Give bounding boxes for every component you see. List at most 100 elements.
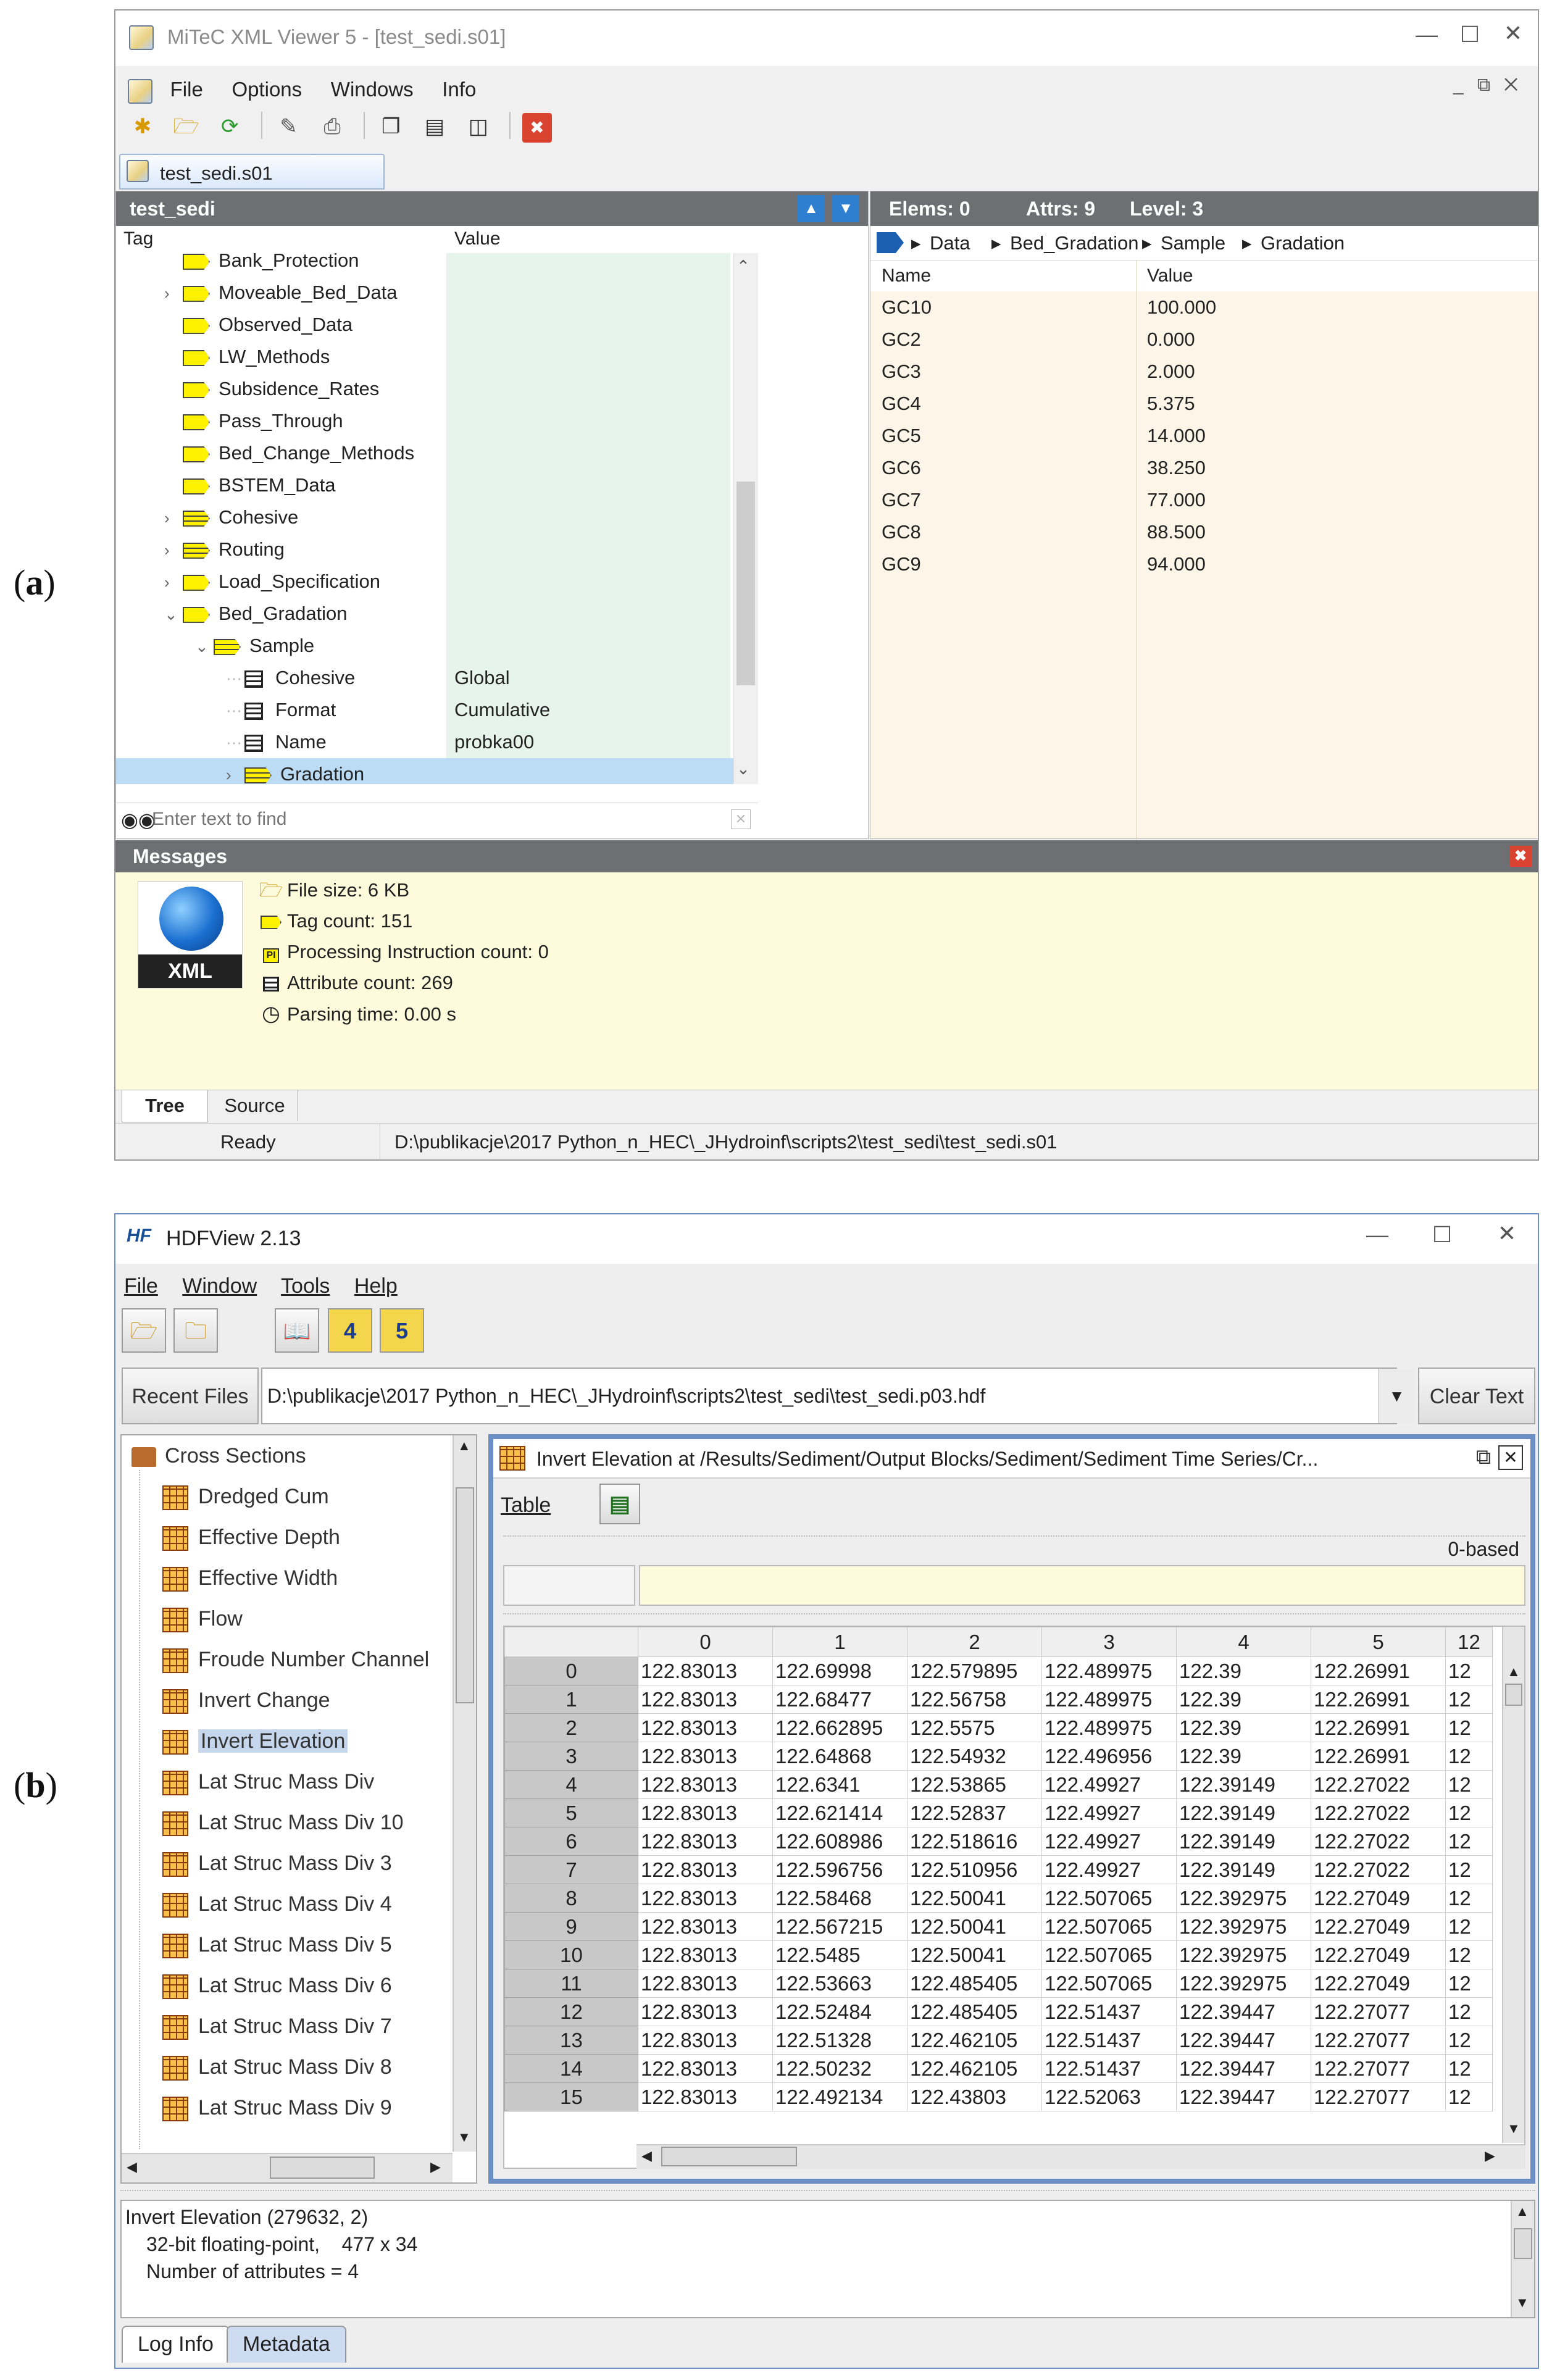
tree-item[interactable]: Lat Struc Mass Div 10 bbox=[162, 1802, 404, 1843]
table-cell[interactable]: 122.507065 bbox=[1041, 1940, 1177, 1969]
scroll-left-icon[interactable]: ◀ bbox=[641, 2148, 652, 2164]
table-cell[interactable]: 122.83013 bbox=[638, 1742, 773, 1771]
tile-vertical-icon[interactable]: ◫ bbox=[464, 112, 493, 141]
table-vertical-scrollbar[interactable]: ▲ ▼ bbox=[1502, 1627, 1524, 2143]
table-cell[interactable]: 12 bbox=[1445, 2054, 1493, 2083]
row-header[interactable]: 13 bbox=[504, 2026, 638, 2055]
table-cell[interactable]: 122.39 bbox=[1176, 1713, 1311, 1742]
row-header[interactable]: 14 bbox=[504, 2054, 638, 2083]
row-header[interactable]: 2 bbox=[504, 1713, 638, 1742]
attribute-name[interactable]: GC3 bbox=[882, 356, 921, 388]
tab-log-info[interactable]: Log Info bbox=[122, 2326, 230, 2363]
scroll-up-icon[interactable]: ▲ bbox=[457, 1438, 471, 1454]
hdf5-icon[interactable]: 5 bbox=[380, 1308, 424, 1353]
attribute-name[interactable]: GC5 bbox=[882, 420, 921, 452]
table-cell[interactable]: 122.83013 bbox=[638, 1940, 773, 1969]
table-cell[interactable]: 12 bbox=[1445, 1940, 1493, 1969]
table-cell[interactable]: 122.39149 bbox=[1176, 1827, 1311, 1856]
table-cell[interactable]: 122.49927 bbox=[1041, 1798, 1177, 1827]
row-header[interactable]: 8 bbox=[504, 1884, 638, 1913]
table-cell[interactable]: 122.518616 bbox=[907, 1827, 1042, 1856]
scroll-up-icon[interactable]: ⌃ bbox=[736, 257, 750, 276]
table-cell[interactable]: 122.51437 bbox=[1041, 2026, 1177, 2055]
table-cell[interactable]: 122.489975 bbox=[1041, 1713, 1177, 1742]
tree-item[interactable]: Froude Number Channel bbox=[162, 1639, 429, 1680]
row-header[interactable]: 3 bbox=[504, 1742, 638, 1771]
chart-icon[interactable]: ▤ bbox=[599, 1484, 640, 1524]
table-cell[interactable]: 12 bbox=[1445, 1685, 1493, 1714]
close-document-icon[interactable]: ✖ bbox=[522, 113, 552, 143]
table-cell[interactable]: 122.43803 bbox=[907, 2082, 1042, 2111]
table-cell[interactable]: 122.39149 bbox=[1176, 1798, 1311, 1827]
find-input[interactable] bbox=[151, 806, 725, 833]
table-cell[interactable]: 122.485405 bbox=[907, 1969, 1042, 1998]
table-cell[interactable]: 122.83013 bbox=[638, 1884, 773, 1913]
table-cell[interactable]: 122.392975 bbox=[1176, 1940, 1311, 1969]
table-cell[interactable]: 122.83013 bbox=[638, 1969, 773, 1998]
mdi-minimize-icon[interactable]: _ bbox=[1453, 75, 1477, 95]
table-cell[interactable]: 122.39 bbox=[1176, 1685, 1311, 1714]
table-scroll-thumb[interactable] bbox=[1505, 1684, 1522, 1706]
table-cell[interactable]: 122.27049 bbox=[1311, 1940, 1446, 1969]
tree-row[interactable]: ⌄ Bed_Gradation bbox=[164, 598, 348, 630]
column-header[interactable]: 0 bbox=[638, 1627, 773, 1657]
menu-file[interactable]: File bbox=[124, 1274, 158, 1298]
tree-row[interactable]: › Cohesive bbox=[164, 501, 298, 533]
menu-help[interactable]: Help bbox=[354, 1274, 398, 1298]
row-header[interactable]: 1 bbox=[504, 1685, 638, 1714]
tab-source[interactable]: Source bbox=[212, 1090, 298, 1121]
table-cell[interactable]: 122.27077 bbox=[1311, 1997, 1446, 2026]
mdi-restore-icon[interactable]: ⧉ bbox=[1477, 75, 1504, 95]
scroll-down-icon[interactable]: ▼ bbox=[1516, 2295, 1529, 2311]
row-header[interactable]: 6 bbox=[504, 1827, 638, 1856]
tree-row[interactable]: Observed_Data bbox=[164, 309, 353, 341]
table-cell[interactable]: 122.6341 bbox=[772, 1770, 907, 1799]
tree-item[interactable]: Lat Struc Mass Div 4 bbox=[162, 1884, 392, 1924]
collapse-chevron-icon[interactable]: ⌄ bbox=[195, 630, 214, 662]
table-cell[interactable]: 122.50041 bbox=[907, 1884, 1042, 1913]
tree-row[interactable]: Subsidence_Rates bbox=[164, 373, 379, 405]
tree-row[interactable]: › Load_Specification bbox=[164, 566, 380, 598]
menu-table[interactable]: Table bbox=[501, 1493, 551, 1517]
attribute-name[interactable]: GC4 bbox=[882, 388, 921, 420]
scroll-up-icon[interactable]: ▲ bbox=[1516, 2203, 1529, 2219]
menu-file[interactable]: File bbox=[170, 78, 203, 101]
table-cell[interactable]: 122.507065 bbox=[1041, 1969, 1177, 1998]
name-column-header[interactable]: Name bbox=[882, 265, 931, 286]
table-cell[interactable]: 122.27077 bbox=[1311, 2054, 1446, 2083]
document-tab[interactable]: test_sedi.s01 bbox=[119, 154, 385, 190]
table-cell[interactable]: 122.39447 bbox=[1176, 1997, 1311, 2026]
new-file-icon[interactable]: ✱ bbox=[128, 112, 157, 141]
table-cell[interactable]: 122.83013 bbox=[638, 2082, 773, 2111]
column-header[interactable]: 4 bbox=[1176, 1627, 1311, 1657]
expand-chevron-icon[interactable]: › bbox=[164, 277, 183, 309]
close-messages-icon[interactable]: ✖ bbox=[1509, 846, 1532, 867]
tree-scrollbar[interactable]: ⌃ ⌄ bbox=[733, 253, 758, 784]
table-cell[interactable]: 12 bbox=[1445, 1912, 1493, 1941]
table-cell[interactable]: 122.83013 bbox=[638, 2054, 773, 2083]
table-cell[interactable]: 122.39 bbox=[1176, 1742, 1311, 1771]
scroll-down-icon[interactable]: ▼ bbox=[457, 2129, 471, 2145]
breadcrumb-item[interactable]: Sample bbox=[1161, 226, 1225, 261]
table-cell[interactable]: 122.49927 bbox=[1041, 1855, 1177, 1884]
tree-item[interactable]: Lat Struc Mass Div 8 bbox=[162, 2047, 392, 2087]
scroll-down-icon[interactable]: ⌄ bbox=[736, 759, 750, 779]
tree-row[interactable]: › Routing bbox=[164, 533, 285, 566]
table-cell[interactable]: 12 bbox=[1445, 1656, 1493, 1685]
tree-item[interactable]: Invert Change bbox=[162, 1680, 330, 1721]
table-cell[interactable]: 122.52484 bbox=[772, 1997, 907, 2026]
table-cell[interactable]: 122.507065 bbox=[1041, 1884, 1177, 1913]
table-cell[interactable]: 12 bbox=[1445, 1855, 1493, 1884]
row-header[interactable]: 9 bbox=[504, 1912, 638, 1941]
scroll-up-icon[interactable]: ▲ bbox=[1507, 1664, 1521, 1680]
table-cell[interactable]: 122.50041 bbox=[907, 1912, 1042, 1941]
row-header[interactable]: 12 bbox=[504, 1997, 638, 2026]
tree-item[interactable]: Lat Struc Mass Div 3 bbox=[162, 1843, 392, 1884]
table-cell[interactable]: 122.27049 bbox=[1311, 1969, 1446, 1998]
attribute-name[interactable]: GC2 bbox=[882, 324, 921, 356]
table-cell[interactable]: 12 bbox=[1445, 1713, 1493, 1742]
table-cell[interactable]: 122.83013 bbox=[638, 1656, 773, 1685]
close-dataset-icon[interactable]: ✕ bbox=[1498, 1445, 1523, 1470]
tree-horizontal-scrollbar[interactable]: ◀ ▶ bbox=[122, 2153, 453, 2182]
tab-metadata[interactable]: Metadata bbox=[227, 2326, 346, 2363]
